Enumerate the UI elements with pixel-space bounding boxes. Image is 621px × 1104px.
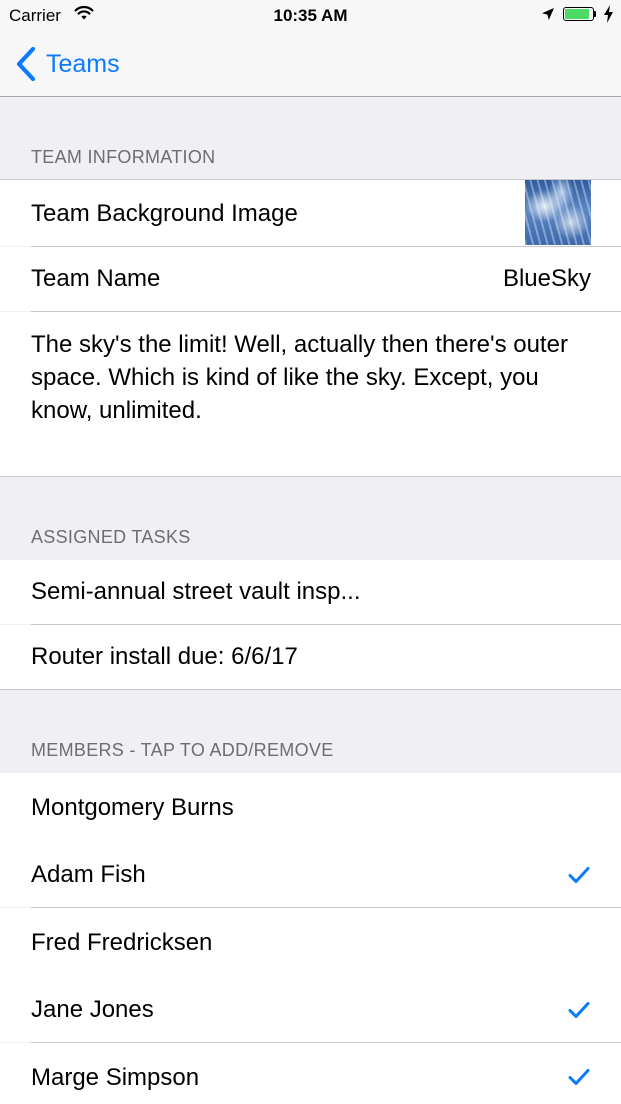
location-arrow-icon <box>542 8 554 20</box>
member-row[interactable]: Adam Fish <box>0 841 621 907</box>
checkmark-icon <box>568 867 590 883</box>
chevron-left-icon <box>16 47 36 81</box>
section-header-team-information: TEAM INFORMATION <box>0 97 621 180</box>
team-background-thumbnail[interactable] <box>525 180 591 245</box>
member-row[interactable]: Marge Simpson <box>0 1043 621 1104</box>
charging-bolt-icon <box>604 5 613 23</box>
team-description-row[interactable]: The sky's the limit! Well, actually then… <box>0 312 621 476</box>
member-name: Adam Fish <box>31 861 146 888</box>
back-button[interactable]: Teams <box>14 46 120 82</box>
navigation-bar: Teams <box>0 32 621 97</box>
member-name: Montgomery Burns <box>31 794 234 821</box>
checkmark-icon <box>568 1002 590 1018</box>
team-description-text[interactable]: The sky's the limit! Well, actually then… <box>31 328 591 427</box>
member-name: Jane Jones <box>31 996 154 1023</box>
member-row[interactable]: Jane Jones <box>0 976 621 1042</box>
member-name: Marge Simpson <box>31 1064 200 1091</box>
row-label: Team Name <box>31 265 161 292</box>
member-name: Fred Fredricksen <box>31 929 213 956</box>
status-bar: Carrier 10:35 AM <box>0 0 621 32</box>
status-time: 10:35 AM <box>273 6 348 25</box>
battery-icon <box>563 7 599 23</box>
section-header-label: TEAM INFORMATION <box>31 147 216 167</box>
task-row[interactable]: Semi-annual street vault insp... <box>0 560 621 624</box>
section-header-label: MEMBERS - TAP TO ADD/REMOVE <box>31 740 334 760</box>
checkmark-icon <box>568 1069 590 1085</box>
back-button-label: Teams <box>46 49 120 78</box>
task-label: Router install due: 6/6/17 <box>31 643 298 670</box>
task-label: Semi-annual street vault insp... <box>31 578 361 605</box>
row-label: Team Background Image <box>31 200 298 227</box>
team-background-image-row[interactable]: Team Background Image <box>0 180 621 246</box>
section-header-members: MEMBERS - TAP TO ADD/REMOVE <box>0 690 621 773</box>
team-name-value: BlueSky <box>502 265 591 292</box>
screen: Carrier 10:35 AM Teams TEAM INFORMATION … <box>0 0 621 1104</box>
section-header-label: ASSIGNED TASKS <box>31 527 191 547</box>
section-header-assigned-tasks: ASSIGNED TASKS <box>0 477 621 560</box>
task-row[interactable]: Router install due: 6/6/17 <box>0 625 621 689</box>
team-name-row[interactable]: Team Name BlueSky <box>0 247 621 311</box>
